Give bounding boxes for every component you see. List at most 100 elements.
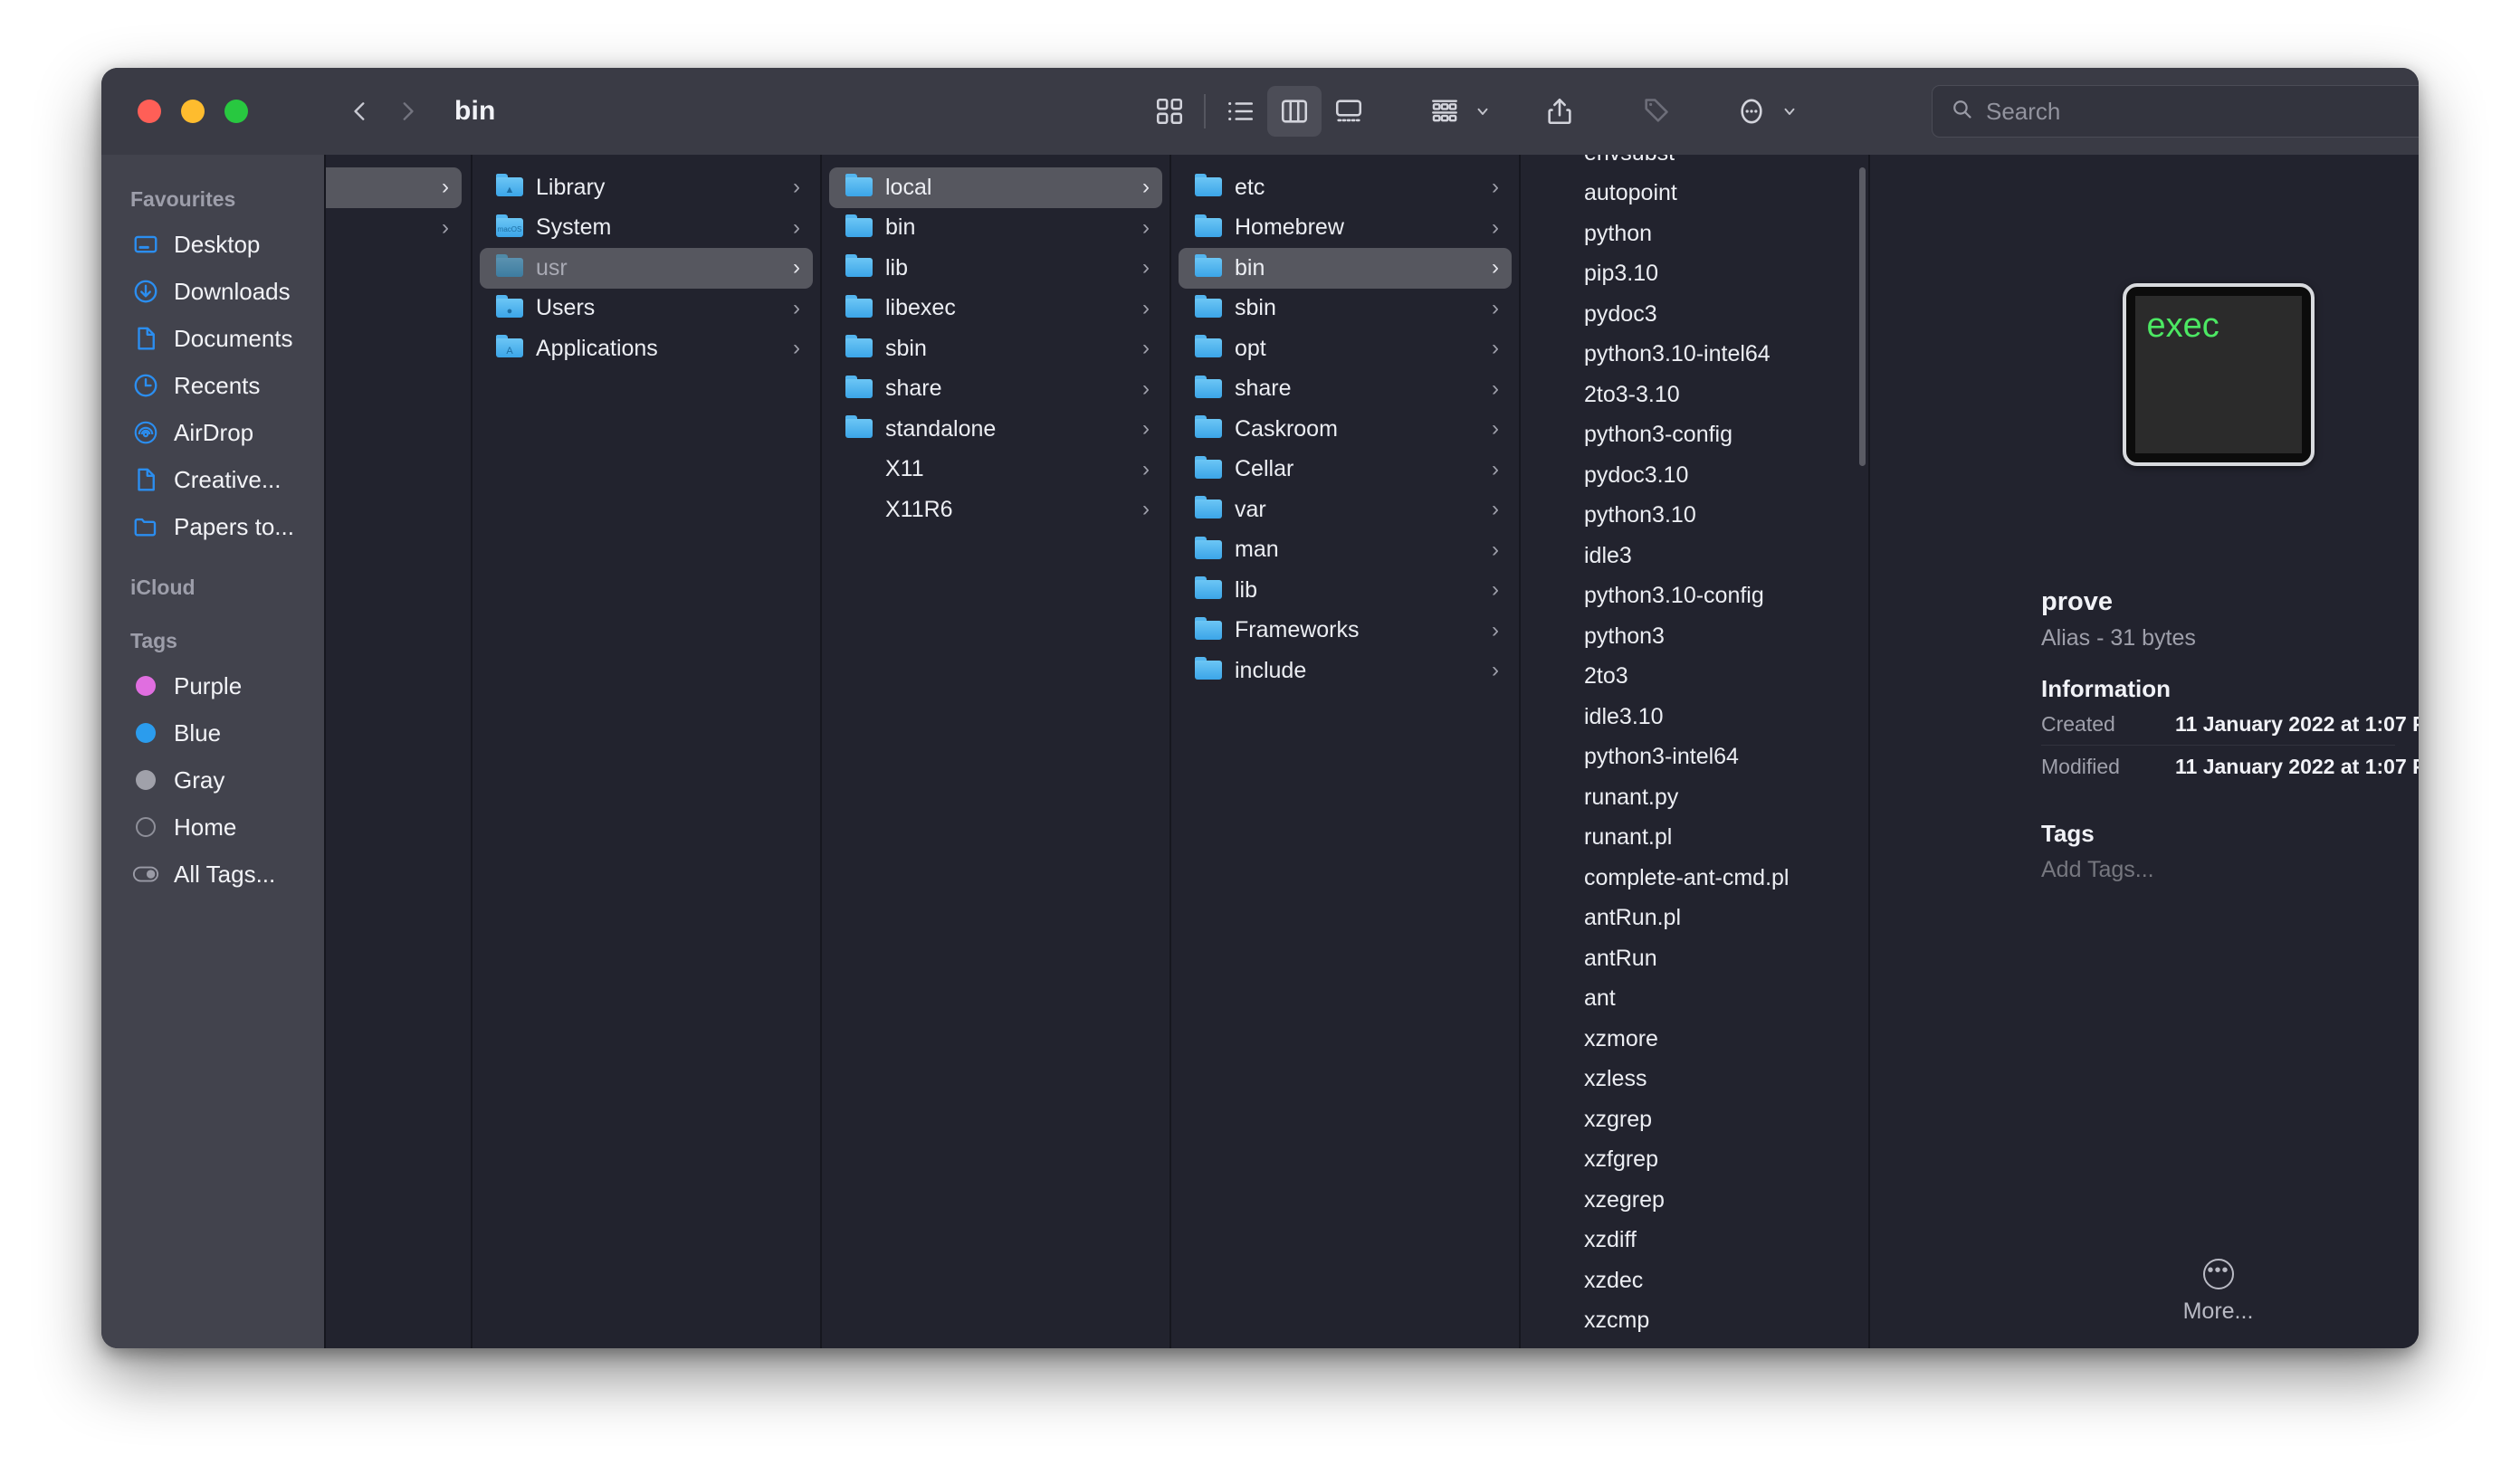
alias-file-icon: ↗: [1544, 261, 1571, 288]
alias-file-icon: ↗: [1544, 461, 1571, 489]
system-folder-icon: macOS: [496, 214, 523, 242]
file-row[interactable]: ↗ ant: [1528, 979, 1861, 1020]
file-row[interactable]: ↗ runant.py: [1528, 777, 1861, 818]
file-row[interactable]: man ›: [1179, 530, 1512, 571]
file-row[interactable]: ● Users ›: [480, 289, 813, 329]
tag-button[interactable]: [1628, 86, 1683, 137]
add-tags-field[interactable]: Add Tags...: [2041, 857, 2395, 883]
file-row[interactable]: ↗ idle3: [1528, 536, 1861, 576]
file-row[interactable]: opt ›: [1179, 328, 1512, 369]
file-row[interactable]: Cellar ›: [1179, 450, 1512, 490]
file-row[interactable]: include ›: [1179, 651, 1512, 691]
file-row[interactable]: etc ›: [1179, 167, 1512, 208]
minimize-button[interactable]: [181, 100, 205, 123]
file-row[interactable]: ↗ xzmore: [1528, 1019, 1861, 1060]
alias-file-icon: ↗: [1544, 985, 1571, 1013]
file-row[interactable]: ↗ xzfgrep: [1528, 1140, 1861, 1181]
file-row[interactable]: ↗ xzdiff: [1528, 1221, 1861, 1261]
file-row[interactable]: ↗ X11R6 ›: [829, 490, 1162, 530]
file-row[interactable]: ↗ 2to3-3.10: [1528, 375, 1861, 415]
more-button[interactable]: ••• More...: [2018, 1259, 2419, 1325]
sidebar-item-tag-purple[interactable]: Purple: [101, 662, 324, 709]
file-row[interactable]: ↗ xzless: [1528, 1060, 1861, 1100]
file-row[interactable]: share ›: [829, 369, 1162, 410]
file-row[interactable]: ↗ python3: [1528, 616, 1861, 657]
sidebar-item-tag-gray[interactable]: Gray: [101, 756, 324, 804]
file-row[interactable]: ›: [326, 167, 462, 208]
file-row[interactable]: ↗ idle3.10: [1528, 697, 1861, 737]
file-row[interactable]: ↗ python3.10-intel64: [1528, 335, 1861, 376]
back-button[interactable]: [337, 88, 384, 135]
chevron-down-icon[interactable]: [1475, 103, 1491, 119]
sidebar-item-recents[interactable]: Recents: [101, 362, 324, 409]
file-row[interactable]: A Applications ›: [480, 328, 813, 369]
forward-button[interactable]: [384, 88, 431, 135]
more-actions-button[interactable]: [1724, 86, 1779, 137]
sidebar-item-desktop[interactable]: Desktop: [101, 221, 324, 268]
sidebar-item-papers[interactable]: Papers to...: [101, 503, 324, 550]
chevron-down-icon[interactable]: [1781, 103, 1798, 119]
file-row[interactable]: ↗ pydoc3: [1528, 294, 1861, 335]
zoom-button[interactable]: [224, 100, 248, 123]
file-row[interactable]: Caskroom ›: [1179, 409, 1512, 450]
file-row[interactable]: ↗ xzcmp: [1528, 1301, 1861, 1342]
file-row[interactable]: sbin ›: [1179, 289, 1512, 329]
icon-view-button[interactable]: [1142, 86, 1197, 137]
sidebar-item-all-tags[interactable]: All Tags...: [101, 851, 324, 898]
file-row[interactable]: standalone ›: [829, 409, 1162, 450]
browser-column-3[interactable]: etc › Homebrew › bin › sbin › opt › share › Caskroom…: [1171, 155, 1521, 1348]
sidebar-item-airdrop[interactable]: AirDrop: [101, 409, 324, 456]
file-row-label: python3.10: [1584, 502, 1696, 528]
file-row[interactable]: lib ›: [1179, 570, 1512, 611]
file-row[interactable]: ↗ python: [1528, 214, 1861, 254]
file-row[interactable]: ↗ 2to3: [1528, 657, 1861, 698]
browser-column-0[interactable]: › ›: [326, 155, 472, 1348]
file-row[interactable]: Frameworks ›: [1179, 611, 1512, 652]
file-row[interactable]: ↗ python3-config: [1528, 415, 1861, 456]
file-row[interactable]: ↗ python3.10: [1528, 496, 1861, 537]
file-row[interactable]: ↗ xzdec: [1528, 1260, 1861, 1301]
sidebar-item-tag-blue[interactable]: Blue: [101, 709, 324, 756]
file-row[interactable]: ↗ runant.pl: [1528, 818, 1861, 859]
file-row[interactable]: usr ›: [480, 248, 813, 289]
file-row[interactable]: bin ›: [829, 208, 1162, 249]
file-row[interactable]: sbin ›: [829, 328, 1162, 369]
file-row[interactable]: Homebrew ›: [1179, 208, 1512, 249]
file-row[interactable]: libexec ›: [829, 289, 1162, 329]
file-row[interactable]: ↗ complete-ant-cmd.pl: [1528, 858, 1861, 899]
file-row[interactable]: var ›: [1179, 490, 1512, 530]
file-row[interactable]: share ›: [1179, 369, 1512, 410]
file-row[interactable]: ›: [326, 208, 462, 249]
share-button[interactable]: [1532, 86, 1587, 137]
gallery-view-button[interactable]: [1322, 86, 1376, 137]
file-row[interactable]: ▲ Library ›: [480, 167, 813, 208]
file-row[interactable]: ↗ X11 ›: [829, 450, 1162, 490]
sidebar-item-creative[interactable]: Creative...: [101, 456, 324, 503]
vertical-scrollbar[interactable]: [1859, 167, 1866, 466]
sidebar-item-documents[interactable]: Documents: [101, 315, 324, 362]
file-row[interactable]: ↗ autopoint: [1528, 174, 1861, 214]
column-view-button[interactable]: [1267, 86, 1322, 137]
browser-column-4[interactable]: ↗ envsubst ↗ autopoint ↗ python ↗ pip3.10 ↗ pydoc…: [1521, 155, 1870, 1348]
file-row[interactable]: ↗ antRun.pl: [1528, 899, 1861, 939]
close-button[interactable]: [138, 100, 161, 123]
file-row[interactable]: local ›: [829, 167, 1162, 208]
list-view-button[interactable]: [1213, 86, 1267, 137]
file-row[interactable]: lib ›: [829, 248, 1162, 289]
search-field[interactable]: Search: [1932, 85, 2419, 138]
file-row[interactable]: ↗ xzegrep: [1528, 1180, 1861, 1221]
file-row[interactable]: ↗ pydoc3.10: [1528, 455, 1861, 496]
file-row[interactable]: ↗ python3-intel64: [1528, 737, 1861, 778]
group-by-button[interactable]: [1418, 86, 1472, 137]
file-row[interactable]: ↗ pip3.10: [1528, 254, 1861, 295]
sidebar-item-tag-home[interactable]: Home: [101, 804, 324, 851]
file-row[interactable]: ↗ xzgrep: [1528, 1099, 1861, 1140]
file-row[interactable]: ↗ python3.10-config: [1528, 576, 1861, 617]
sidebar-item-downloads[interactable]: Downloads: [101, 268, 324, 315]
file-row[interactable]: bin ›: [1179, 248, 1512, 289]
browser-column-2[interactable]: local › bin › lib › libexec › sbin › share › standal…: [822, 155, 1171, 1348]
file-row[interactable]: macOS System ›: [480, 208, 813, 249]
file-row[interactable]: ↗ envsubst: [1528, 155, 1861, 174]
browser-column-1[interactable]: ▲ Library › macOS System › usr › ● Users › A Applica…: [472, 155, 822, 1348]
file-row[interactable]: ↗ antRun: [1528, 938, 1861, 979]
